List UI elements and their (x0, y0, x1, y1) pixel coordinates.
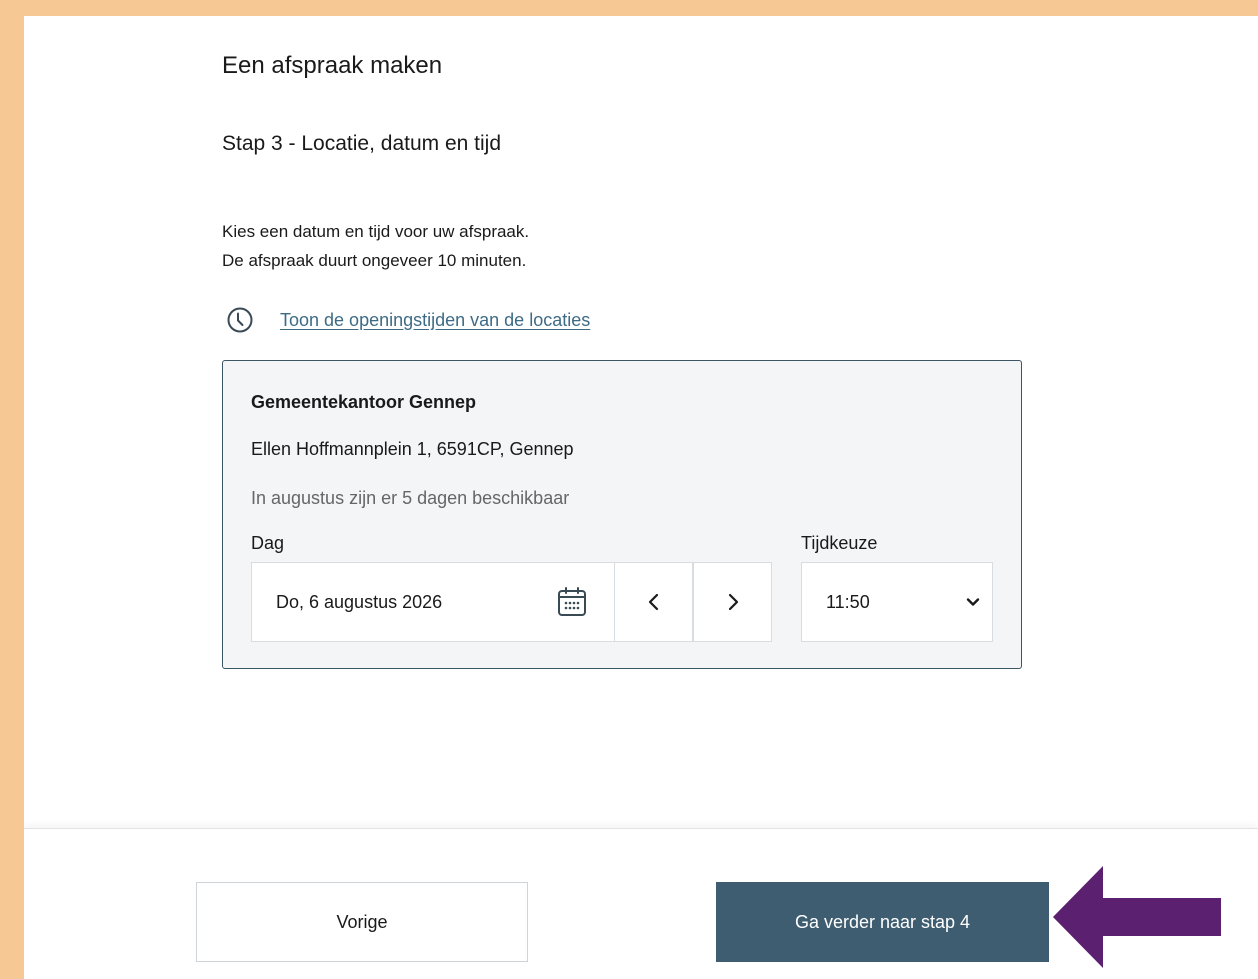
continue-step-4-button[interactable]: Ga verder naar stap 4 (716, 882, 1049, 962)
intro-line-1: Kies een datum en tijd voor uw afspraak. (222, 222, 530, 241)
previous-button[interactable]: Vorige (196, 882, 528, 962)
intro-line-2: De afspraak duurt ongeveer 10 minuten. (222, 251, 527, 270)
location-address: Ellen Hoffmannplein 1, 6591CP, Gennep (251, 439, 574, 459)
date-input[interactable]: Do, 6 augustus 2026 (251, 562, 615, 642)
previous-day-button[interactable] (614, 562, 693, 642)
calendar-icon[interactable] (556, 586, 588, 618)
footer-bar: Vorige Ga verder naar stap 4 (24, 828, 1258, 979)
day-label: Dag (251, 533, 285, 553)
time-select[interactable]: 11:50 (801, 562, 993, 642)
step-title: Stap 3 - Locatie, datum en tijd (222, 132, 501, 155)
date-value: Do, 6 augustus 2026 (276, 591, 443, 612)
location-card: Gemeentekantoor Gennep Ellen Hoffmannple… (222, 360, 1022, 669)
clock-icon (227, 307, 253, 333)
appointment-page: Een afspraak maken Stap 3 - Locatie, dat… (24, 16, 1258, 979)
chevron-left-icon (648, 593, 658, 611)
time-value: 11:50 (826, 591, 870, 612)
intro-text: Kies een datum en tijd voor uw afspraak.… (222, 217, 529, 275)
next-day-button[interactable] (693, 562, 772, 642)
time-label: Tijdkeuze (801, 533, 878, 553)
opening-hours-link[interactable]: Toon de openingstijden van de locaties (280, 310, 590, 331)
availability-text: In augustus zijn er 5 dagen beschikbaar (251, 488, 570, 508)
chevron-right-icon (728, 593, 738, 611)
opening-hours-row: Toon de openingstijden van de locaties (226, 306, 590, 334)
page-title: Een afspraak maken (222, 52, 443, 79)
location-name: Gemeentekantoor Gennep (251, 392, 477, 412)
arrow-left-icon (1053, 866, 1221, 968)
annotation-frame: Een afspraak maken Stap 3 - Locatie, dat… (8, 8, 1258, 979)
chevron-down-icon (966, 598, 980, 606)
